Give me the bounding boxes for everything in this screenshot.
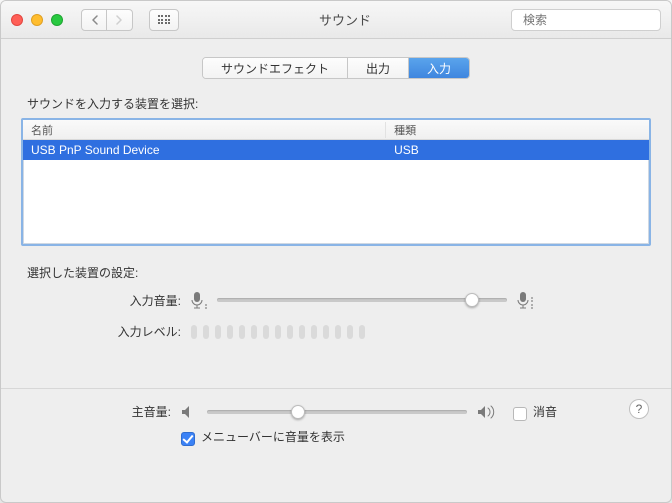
titlebar: サウンド	[1, 1, 671, 39]
tab-bar: サウンドエフェクト 出力 入力	[21, 57, 651, 79]
device-settings-label: 選択した装置の設定:	[27, 264, 651, 281]
menubar-checkbox-wrap[interactable]: メニューバーに音量を表示	[181, 428, 345, 445]
help-button[interactable]: ?	[629, 399, 649, 419]
grid-icon	[158, 15, 171, 24]
table-row[interactable]: USB PnP Sound Device USB	[23, 140, 649, 160]
content-area: サウンドエフェクト 出力 入力 サウンドを入力する装置を選択: 名前 種類 US…	[1, 39, 671, 389]
input-volume-label: 入力音量:	[21, 292, 191, 309]
input-volume-row: 入力音量:	[21, 291, 651, 309]
device-kind: USB	[386, 143, 649, 157]
mic-low-icon	[191, 291, 207, 309]
traffic-lights	[11, 14, 63, 26]
menubar-label: メニューバーに音量を表示	[201, 428, 345, 445]
table-header: 名前 種類	[23, 120, 649, 140]
nav-buttons	[81, 9, 133, 31]
col-name[interactable]: 名前	[23, 122, 386, 138]
input-level-label: 入力レベル:	[21, 323, 191, 340]
device-select-label: サウンドを入力する装置を選択:	[27, 95, 651, 112]
mute-label: 消音	[533, 403, 557, 420]
search-input[interactable]	[523, 13, 672, 27]
col-kind[interactable]: 種類	[386, 122, 649, 138]
input-level-row: 入力レベル:	[21, 323, 651, 340]
sound-prefpane-window: サウンド サウンドエフェクト 出力 入力 サウンドを入力する装置を選択: 名前 …	[0, 0, 672, 503]
minimize-window-button[interactable]	[31, 14, 43, 26]
zoom-window-button[interactable]	[51, 14, 63, 26]
main-volume-slider[interactable]	[207, 404, 467, 420]
device-name: USB PnP Sound Device	[23, 143, 386, 157]
tab-output[interactable]: 出力	[348, 58, 409, 78]
speaker-high-icon	[477, 405, 497, 419]
main-volume-row: 主音量: 消音	[21, 403, 651, 420]
input-volume-slider[interactable]	[217, 292, 507, 308]
mic-high-icon	[517, 291, 533, 309]
input-device-table[interactable]: 名前 種類 USB PnP Sound Device USB	[21, 118, 651, 246]
footer: 主音量: 消音	[1, 389, 671, 461]
forward-button[interactable]	[107, 9, 133, 31]
input-level-meter	[191, 325, 365, 339]
speaker-low-icon	[181, 405, 197, 419]
tab-sound-effects[interactable]: サウンドエフェクト	[203, 58, 348, 78]
back-button[interactable]	[81, 9, 107, 31]
chevron-left-icon	[91, 15, 98, 25]
tab-input[interactable]: 入力	[409, 58, 469, 78]
menubar-checkbox[interactable]	[181, 432, 195, 446]
chevron-right-icon	[116, 15, 123, 25]
search-field[interactable]	[511, 9, 661, 31]
mute-checkbox[interactable]	[513, 407, 527, 421]
menubar-row: メニューバーに音量を表示	[21, 428, 651, 445]
main-volume-label: 主音量:	[21, 403, 181, 420]
mute-checkbox-wrap[interactable]: 消音	[513, 403, 557, 420]
close-window-button[interactable]	[11, 14, 23, 26]
window-title: サウンド	[187, 10, 503, 29]
show-all-prefs-button[interactable]	[149, 9, 179, 31]
